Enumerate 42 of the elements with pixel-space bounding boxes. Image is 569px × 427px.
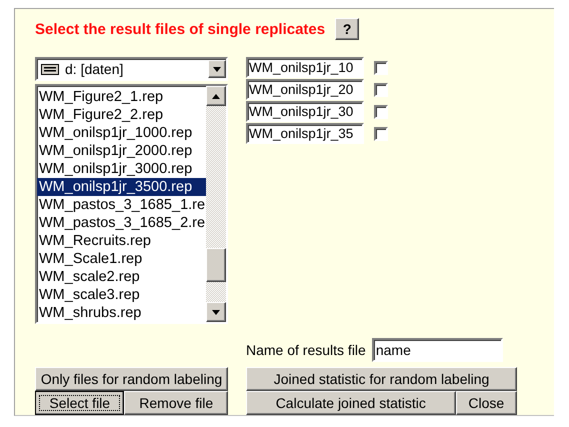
checkbox[interactable] (374, 104, 388, 118)
drive-select[interactable]: d: [daten] (35, 57, 228, 81)
random-labeling-files-button[interactable]: Only files for random labeling (35, 367, 228, 391)
results-file-label: Name of results file (246, 342, 366, 358)
scroll-up-button[interactable] (206, 86, 226, 106)
file-name-field[interactable]: WM_onilsp1jr_10 (246, 57, 364, 78)
file-name-field[interactable]: WM_onilsp1jr_30 (246, 101, 364, 122)
results-file-field[interactable]: name (372, 338, 503, 362)
scrollbar[interactable] (206, 86, 226, 322)
file-item[interactable]: WM_pastos_3_1685_1.re (37, 196, 206, 214)
drive-label: d: [daten] (65, 61, 124, 77)
joined-random-statistic-button[interactable]: Joined statistic for random labeling (246, 367, 517, 391)
file-name-field[interactable]: WM_onilsp1jr_20 (246, 79, 364, 100)
up-arrow-icon (212, 94, 220, 98)
dialog-title: Select the result files of single replicates (35, 20, 326, 38)
file-item[interactable]: WM_Recruits.rep (37, 232, 206, 250)
file-item[interactable]: WM_Figure2_1.rep (37, 88, 206, 106)
scroll-down-button[interactable] (206, 302, 226, 322)
scroll-thumb[interactable] (206, 248, 226, 282)
down-arrow-icon (212, 310, 220, 314)
caret-icon (213, 66, 221, 72)
remove-file-button[interactable]: Remove file (124, 391, 228, 415)
file-item[interactable]: WM_Scale1.rep (37, 250, 206, 268)
file-item[interactable]: WM_onilsp1jr_2000.rep (37, 142, 206, 160)
file-item[interactable]: WM_pastos_3_1685_2.re (37, 214, 206, 232)
file-item[interactable]: WM_onilsp1jr_3000.rep (37, 160, 206, 178)
help-button[interactable]: ? (335, 18, 360, 40)
file-item[interactable]: WM_shrubs.rep (37, 304, 206, 322)
checkbox[interactable] (374, 60, 388, 74)
file-item[interactable]: WM_onilsp1jr_3500.rep (37, 178, 206, 196)
checkbox[interactable] (374, 126, 388, 140)
close-button[interactable]: Close (456, 391, 517, 415)
file-item[interactable]: WM_scale2.rep (37, 268, 206, 286)
file-item[interactable]: WM_onilsp1jr_1000.rep (37, 124, 206, 142)
drive-icon (41, 64, 59, 74)
checkbox[interactable] (374, 82, 388, 96)
file-name-field[interactable]: WM_onilsp1jr_35 (246, 123, 364, 144)
dropdown-button[interactable] (208, 60, 226, 78)
select-file-button[interactable]: Select file (35, 391, 124, 415)
calculate-button[interactable]: Calculate joined statistic (246, 391, 456, 415)
file-item[interactable]: WM_scale3.rep (37, 286, 206, 304)
file-item[interactable]: WM_Figure2_2.rep (37, 106, 206, 124)
